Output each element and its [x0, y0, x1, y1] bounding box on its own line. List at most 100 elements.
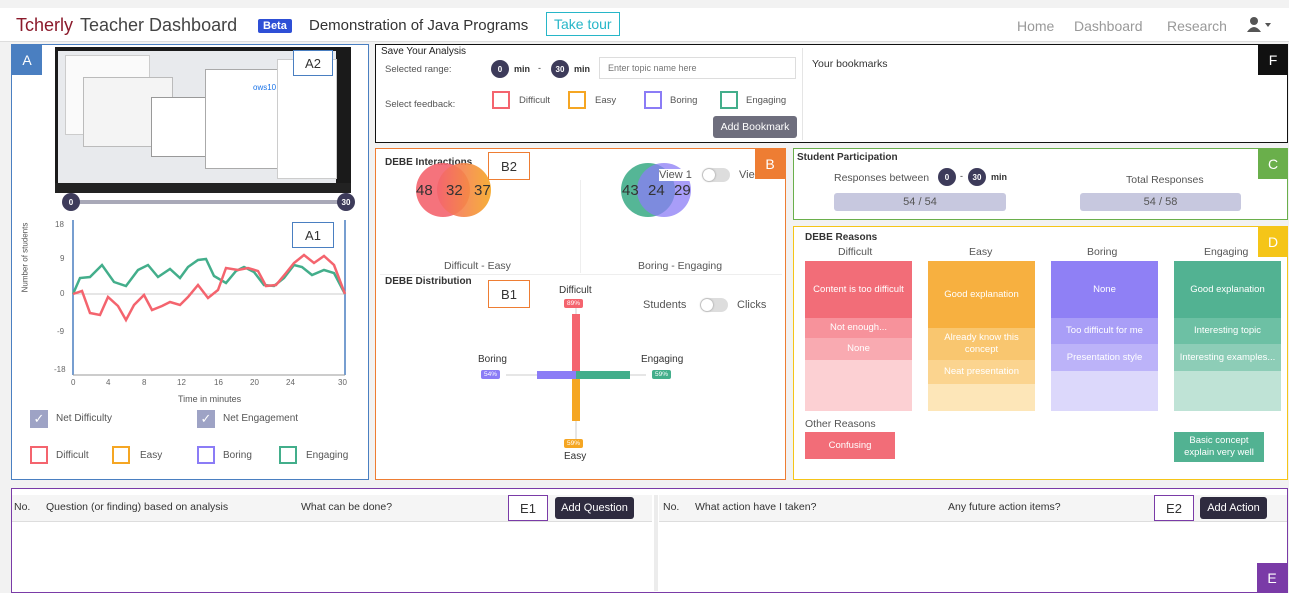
engaging-reason-3[interactable]: Interesting examples... [1174, 344, 1281, 371]
app-title: Teacher Dashboard [80, 15, 238, 35]
add-action-button[interactable]: Add Action [1200, 497, 1267, 519]
difficult-filter-checkbox[interactable] [30, 446, 48, 464]
easy-filter-checkbox[interactable] [112, 446, 130, 464]
save-difficult-checkbox[interactable] [492, 91, 510, 109]
engaging-reason-2[interactable]: Interesting topic [1174, 318, 1281, 344]
seek-start-handle[interactable]: 0 [62, 193, 80, 211]
engaging-filter-checkbox[interactable] [279, 446, 297, 464]
tag-a: A [12, 45, 42, 75]
easy-reason-3[interactable]: Neat presentation [928, 360, 1035, 384]
xtick-12: 12 [177, 378, 186, 387]
tag-e1: E1 [508, 495, 548, 521]
responses-between-label: Responses between [834, 172, 930, 184]
distribution-clicks-label: Clicks [737, 299, 767, 311]
other-difficult-reason[interactable]: Confusing [805, 432, 895, 459]
dist-engaging-label: Engaging [641, 354, 684, 365]
boring-filter-label: Boring [223, 450, 252, 461]
tag-a1: A1 [292, 222, 334, 248]
ytick-9: 9 [60, 254, 65, 263]
nav-home-link[interactable]: Home [1017, 18, 1054, 34]
boring-reason-1[interactable]: None [1051, 261, 1158, 318]
save-easy-label: Easy [595, 95, 617, 106]
seek-end-handle[interactable]: 30 [337, 193, 355, 211]
responses-value-bar: 54 / 54 [834, 193, 1006, 211]
boring-reason-2[interactable]: Too difficult for me [1051, 318, 1158, 344]
total-responses-value-bar: 54 / 58 [1080, 193, 1241, 211]
take-tour-button[interactable]: Take tour [546, 12, 620, 36]
actions-no-header: No. [663, 501, 680, 513]
difficult-reason-2[interactable]: Not enough... [805, 318, 912, 338]
de-right-count: 37 [474, 182, 491, 199]
boring-filter-checkbox[interactable] [197, 446, 215, 464]
save-engaging-label: Engaging [746, 95, 787, 106]
participation-from-pill[interactable]: 0 [938, 168, 956, 186]
reasons-difficult-header: Difficult [838, 246, 873, 258]
debe-distribution-chart[interactable] [480, 290, 680, 460]
brand-logo[interactable]: Tcherly [16, 15, 73, 36]
view-toggle[interactable] [702, 168, 730, 182]
interactions-divider [380, 274, 782, 275]
de-left-count: 48 [416, 182, 433, 199]
engaging-reason-1[interactable]: Good explanation [1174, 261, 1281, 318]
beta-badge: Beta [258, 19, 292, 33]
header-bar: Tcherly Teacher Dashboard Beta Demonstra… [0, 8, 1289, 42]
dist-difficult-pct: 89% [564, 299, 584, 308]
boring-engaging-label: Boring - Engaging [638, 260, 723, 272]
dist-easy-pct: 59% [564, 439, 584, 448]
participation-to-pill[interactable]: 30 [968, 168, 986, 186]
engaging-filter-label: Engaging [306, 450, 349, 461]
boring-reason-3[interactable]: Presentation style [1051, 344, 1158, 371]
actions-divider [654, 495, 658, 591]
difficult-filter-label: Difficult [56, 450, 89, 461]
net-difficulty-checkbox[interactable]: ✓ [30, 410, 48, 428]
difficult-reason-3[interactable]: None [805, 338, 912, 360]
venn-divider [580, 180, 581, 273]
questions-question-header: Question (or finding) based on analysis [46, 501, 229, 513]
nav-dashboard-link[interactable]: Dashboard [1074, 18, 1143, 34]
tag-f: F [1258, 45, 1288, 75]
dist-engaging-pct: 59% [652, 370, 672, 379]
be-mid-count: 24 [648, 182, 665, 199]
save-boring-checkbox[interactable] [644, 91, 662, 109]
questions-no-header: No. [14, 501, 31, 513]
user-menu-icon[interactable] [1246, 16, 1274, 34]
xtick-4: 4 [106, 378, 111, 387]
other-engaging-reason[interactable]: Basic concept explain very well [1174, 432, 1264, 462]
video-screen-text: ows10 [253, 83, 277, 92]
range-to-pill[interactable]: 30 [551, 60, 569, 78]
xtick-8: 8 [142, 378, 147, 387]
nav-research-link[interactable]: Research [1167, 18, 1227, 34]
save-easy-checkbox[interactable] [568, 91, 586, 109]
topic-name-input[interactable] [599, 57, 796, 79]
ytick-neg18: -18 [54, 365, 66, 374]
de-mid-count: 32 [446, 182, 463, 199]
easy-reason-2[interactable]: Already know this concept [928, 328, 1035, 360]
ytick-neg9: -9 [57, 327, 65, 336]
net-engagement-checkbox[interactable]: ✓ [197, 410, 215, 428]
reasons-easy-header: Easy [969, 246, 993, 258]
participation-unit: min [991, 172, 1008, 182]
dist-difficult-label: Difficult [559, 285, 592, 296]
save-boring-label: Boring [670, 95, 698, 106]
participation-title: Student Participation [797, 152, 898, 163]
add-question-button[interactable]: Add Question [555, 497, 634, 519]
bookmarks-divider [802, 48, 803, 140]
students-clicks-toggle[interactable] [700, 298, 728, 312]
participation-dash: - [960, 171, 963, 181]
add-bookmark-button[interactable]: Add Bookmark [713, 116, 797, 138]
ytick-0: 0 [60, 289, 65, 298]
ytick-18: 18 [55, 220, 64, 229]
save-engaging-checkbox[interactable] [720, 91, 738, 109]
save-difficult-label: Difficult [519, 95, 550, 106]
xtick-20: 20 [250, 378, 259, 387]
range-from-pill[interactable]: 0 [491, 60, 509, 78]
reasons-boring-header: Boring [1087, 246, 1118, 258]
easy-reason-1[interactable]: Good explanation [928, 261, 1035, 328]
range-from-unit: min [514, 64, 531, 74]
video-seek-track[interactable] [70, 200, 346, 204]
questions-todo-header: What can be done? [301, 501, 393, 513]
tag-d: D [1258, 227, 1288, 257]
actions-future-header: Any future action items? [948, 501, 1061, 513]
actions-taken-header: What action have I taken? [695, 501, 817, 513]
difficult-reason-1[interactable]: Content is too difficult [805, 261, 912, 318]
